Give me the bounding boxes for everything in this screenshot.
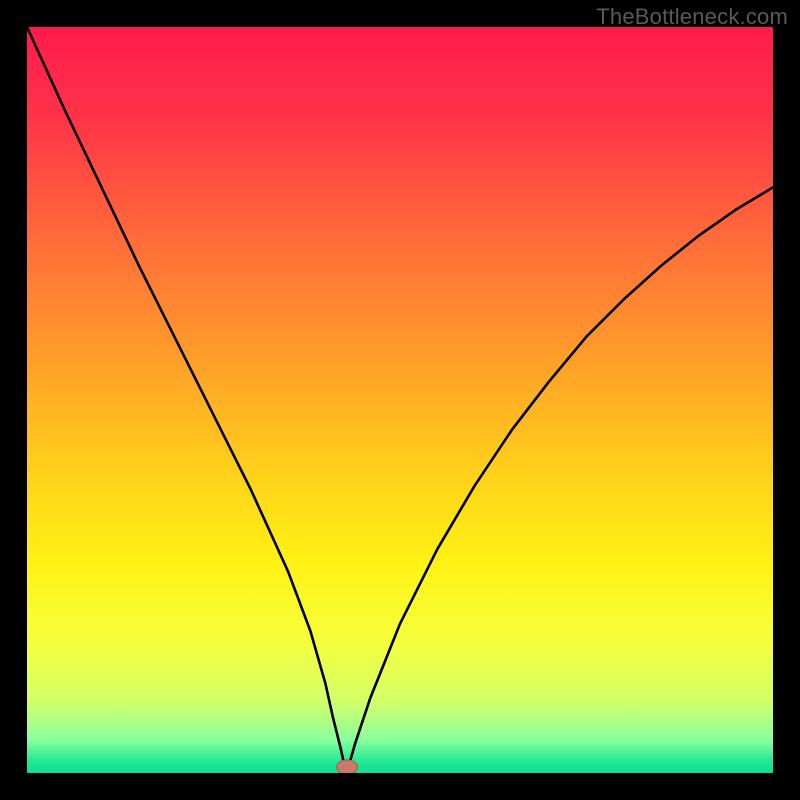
watermark-text: TheBottleneck.com bbox=[596, 4, 788, 30]
plot-area bbox=[27, 27, 773, 773]
chart-svg bbox=[27, 27, 773, 773]
optimum-marker bbox=[337, 760, 358, 773]
gradient-background bbox=[27, 27, 773, 773]
outer-frame: TheBottleneck.com bbox=[0, 0, 800, 800]
